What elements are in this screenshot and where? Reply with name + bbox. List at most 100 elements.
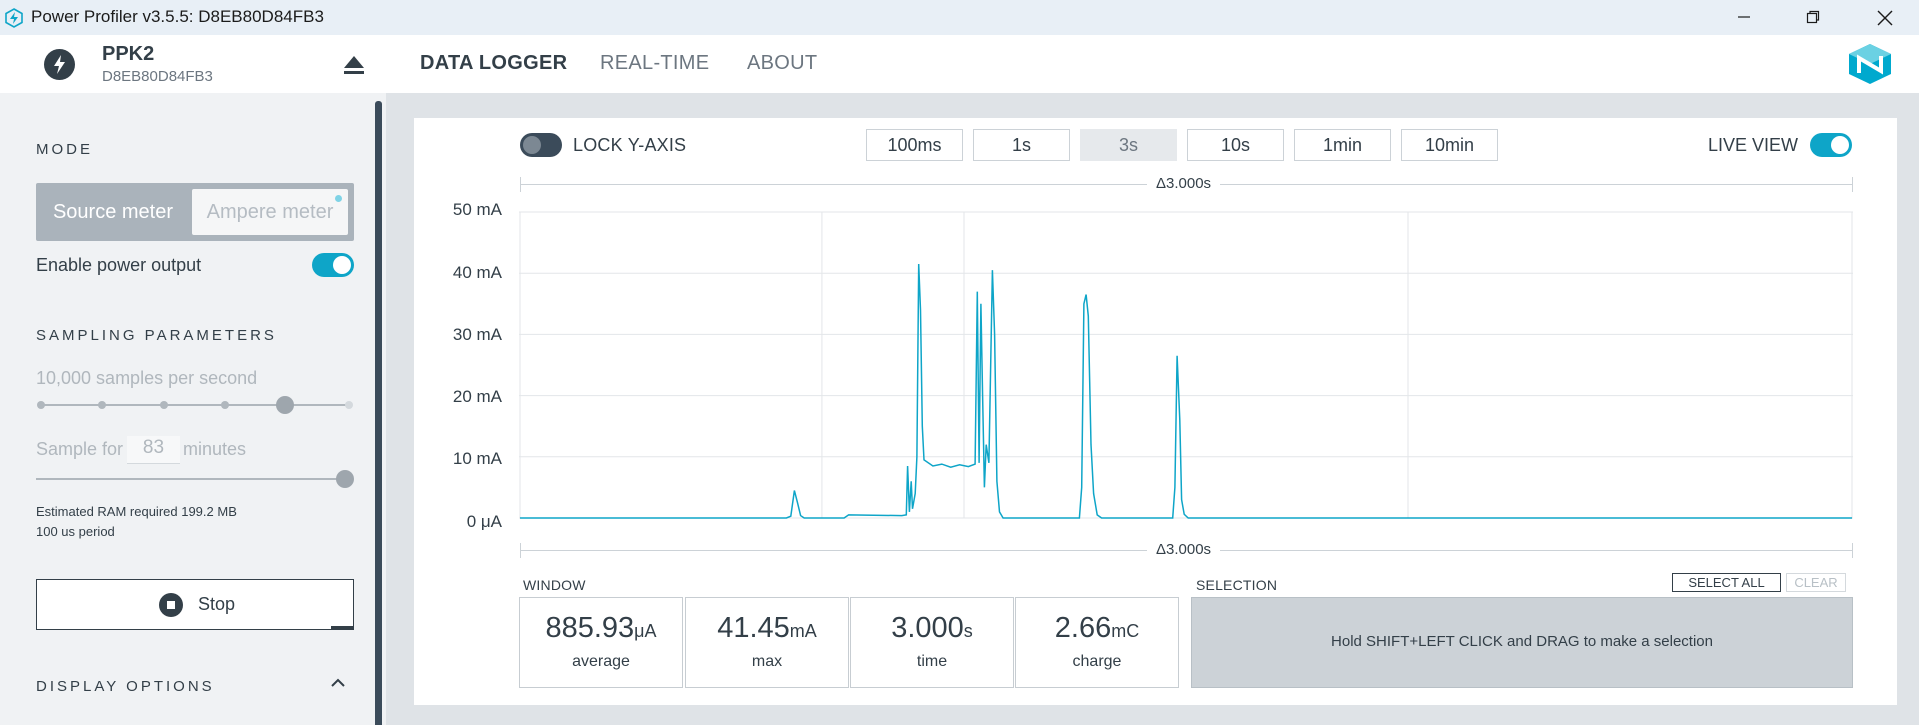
app-header: PPK2 D8EB80D84FB3 DATA LOGGER REAL-TIME … xyxy=(0,35,1919,93)
nordic-logo-icon xyxy=(1849,44,1891,84)
tab-about[interactable]: ABOUT xyxy=(747,52,817,75)
live-view-toggle[interactable] xyxy=(1810,133,1852,157)
sample-rate-slider-track xyxy=(40,404,352,406)
selection-title: SELECTION xyxy=(1196,577,1278,593)
toggle-knob xyxy=(333,256,351,274)
close-button[interactable] xyxy=(1850,0,1918,35)
y-tick-label: 10 mA xyxy=(452,449,502,468)
window-1s-button[interactable]: 1s xyxy=(973,129,1070,161)
mode-selector: Source meter Ampere meter xyxy=(36,183,354,241)
window-3s-button[interactable]: 3s xyxy=(1080,129,1177,161)
stop-button-label: Stop xyxy=(198,594,236,614)
stat-number: 3.000 xyxy=(891,612,964,644)
stat-max: 41.45mA max xyxy=(685,597,849,688)
stat-value: 2.66mC xyxy=(1016,612,1178,645)
current-trace-line xyxy=(520,263,1852,519)
stat-time: 3.000s time xyxy=(850,597,1014,688)
select-all-button[interactable]: SELECT ALL xyxy=(1672,573,1781,592)
stop-icon xyxy=(159,593,183,617)
sidebar: MODE Source meter Ampere meter Enable po… xyxy=(0,93,386,725)
y-tick-label: 40 mA xyxy=(452,263,502,282)
toggle-knob xyxy=(1831,136,1849,154)
stat-unit: mA xyxy=(789,621,817,641)
ampere-meter-label: Ampere meter xyxy=(206,201,334,223)
stat-unit: μA xyxy=(634,621,657,641)
enable-power-toggle[interactable] xyxy=(312,253,354,277)
display-options-title[interactable]: DISPLAY OPTIONS xyxy=(36,678,215,695)
stat-label: time xyxy=(916,653,948,670)
indicator-dot-icon xyxy=(335,195,342,202)
mode-section-title: MODE xyxy=(36,141,93,158)
stat-label: max xyxy=(751,653,783,670)
y-tick-label: 20 mA xyxy=(452,387,502,406)
minimize-icon xyxy=(1738,16,1750,18)
tab-data-logger[interactable]: DATA LOGGER xyxy=(420,52,567,75)
sample-period: 100 us period xyxy=(36,524,115,539)
ram-estimate: Estimated RAM required 199.2 MB xyxy=(36,504,237,519)
lock-y-axis-label: LOCK Y-AXIS xyxy=(573,135,687,155)
range-tick xyxy=(520,177,521,192)
window-100ms-button[interactable]: 100ms xyxy=(866,129,963,161)
lock-y-axis-toggle[interactable] xyxy=(520,133,562,157)
range-tick xyxy=(1852,177,1853,192)
clear-selection-button[interactable]: CLEAR xyxy=(1786,573,1846,592)
slider-step-dot xyxy=(221,401,229,409)
stat-label: average xyxy=(572,653,630,670)
stat-label: charge xyxy=(1072,653,1122,670)
stat-value: 3.000s xyxy=(851,612,1013,645)
stat-value: 41.45mA xyxy=(686,612,848,645)
window-stats-title: WINDOW xyxy=(523,577,586,593)
power-profiler-app-icon xyxy=(5,8,23,28)
window-titlebar: Power Profiler v3.5.5: D8EB80D84FB3 xyxy=(0,0,1919,35)
range-tick xyxy=(1852,543,1853,558)
window-title: Power Profiler v3.5.5: D8EB80D84FB3 xyxy=(31,7,324,26)
slider-step-dot xyxy=(37,401,45,409)
restore-button[interactable] xyxy=(1779,0,1847,35)
slider-step-dot xyxy=(98,401,106,409)
stat-unit: mC xyxy=(1111,621,1140,641)
y-tick-label: 0 μA xyxy=(466,512,502,531)
slider-step-dot xyxy=(345,401,353,409)
minimize-button[interactable] xyxy=(1710,0,1778,35)
tab-real-time[interactable]: REAL-TIME xyxy=(600,52,709,75)
window-10min-button[interactable]: 10min xyxy=(1401,129,1498,161)
delta-time-bottom: Δ3.000s xyxy=(1147,541,1221,558)
source-meter-button[interactable]: Source meter xyxy=(36,183,190,241)
stat-unit: s xyxy=(963,621,973,641)
samples-per-second-label: 10,000 samples per second xyxy=(36,368,258,388)
y-tick-label: 30 mA xyxy=(452,325,502,344)
stat-charge: 2.66mC charge xyxy=(1015,597,1179,688)
selection-area[interactable]: Hold SHIFT+LEFT CLICK and DRAG to make a… xyxy=(1191,597,1853,688)
sample-for-unit: minutes xyxy=(183,439,247,459)
sampling-section-title: SAMPLING PARAMETERS xyxy=(36,327,277,344)
slider-step-dot xyxy=(160,401,168,409)
duration-slider-handle[interactable] xyxy=(336,470,354,488)
stat-value: 885.93μA xyxy=(520,612,682,645)
ampere-meter-button[interactable]: Ampere meter xyxy=(192,189,348,235)
window-1min-button[interactable]: 1min xyxy=(1294,129,1391,161)
range-tick xyxy=(520,543,521,558)
chevron-up-icon[interactable] xyxy=(330,678,346,688)
window-10s-button[interactable]: 10s xyxy=(1187,129,1284,161)
stat-average: 885.93μA average xyxy=(519,597,683,688)
device-serial: D8EB80D84FB3 xyxy=(102,68,213,85)
stat-number: 41.45 xyxy=(717,612,790,644)
close-icon xyxy=(1877,10,1893,26)
button-corner-mark xyxy=(331,626,353,629)
sidebar-scrollbar[interactable] xyxy=(375,101,382,725)
stat-number: 885.93 xyxy=(545,612,635,644)
restore-icon xyxy=(1806,10,1820,24)
device-name: PPK2 xyxy=(102,43,155,65)
current-chart[interactable] xyxy=(519,211,1853,525)
selection-hint: Hold SHIFT+LEFT CLICK and DRAG to make a… xyxy=(1331,633,1713,650)
enable-power-label: Enable power output xyxy=(36,255,202,275)
chart-grid xyxy=(519,211,1853,519)
stop-button[interactable]: Stop xyxy=(36,579,354,630)
sample-duration-input[interactable]: 83 xyxy=(127,436,180,464)
duration-slider-track xyxy=(36,478,346,480)
sample-rate-slider-handle[interactable] xyxy=(276,396,294,414)
eject-icon[interactable] xyxy=(342,53,366,77)
toggle-knob xyxy=(523,136,541,154)
delta-time-top: Δ3.000s xyxy=(1147,175,1221,192)
lightning-icon xyxy=(44,49,75,80)
